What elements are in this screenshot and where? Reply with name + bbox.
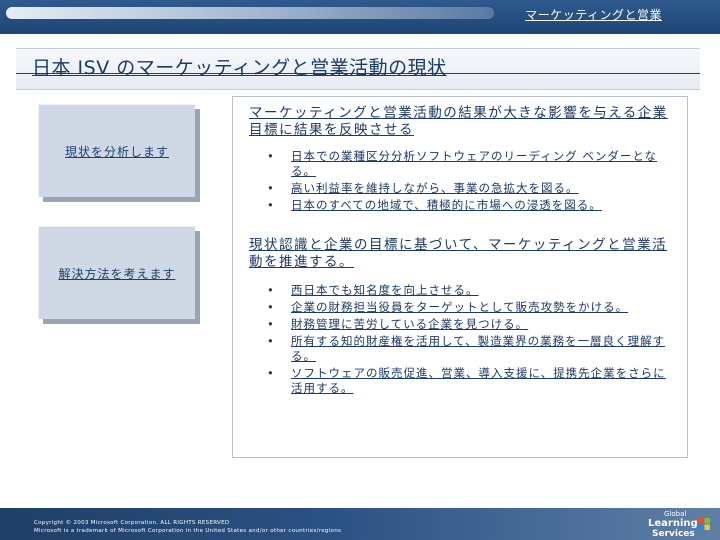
logo-line-2: Learning (648, 518, 698, 529)
content-panel: マーケッティングと営業活動の結果が大きな影響を与える企業目標に結果を反映させる … (232, 96, 688, 458)
global-learning-services-logo: Global Learning Services (646, 508, 712, 540)
analyze-button[interactable]: 現状を分析します (38, 104, 195, 197)
solve-button-label: 解決方法を考えます (58, 266, 176, 281)
list-item[interactable]: • 所有する知的財産権を活用して、製造業界の業務を一層良く理解する。 (263, 334, 673, 364)
logo-line-1: Global (664, 510, 687, 518)
solve-button[interactable]: 解決方法を考えます (38, 226, 195, 319)
trademark-text: Microsoft is a trademark of Microsoft Co… (34, 528, 342, 534)
strategy-list: • 西日本でも知名度を向上させる。 • 企業の財務担当役員をターゲットとして販売攻勢… (263, 283, 673, 398)
list-item[interactable]: • 企業の財務担当役員をターゲットとして販売攻勢をかける。 (263, 300, 673, 315)
list-item[interactable]: • 西日本でも知名度を向上させる。 (263, 283, 673, 298)
copyright-text: Copyright © 2003 Microsoft Corporation. … (34, 520, 230, 526)
footer-legal: Copyright © 2003 Microsoft Corporation. … (34, 519, 341, 535)
analyze-button-label: 現状を分析します (64, 144, 169, 159)
strategy-heading[interactable]: 現状認識と企業の目標に基づいて、マーケッティングと営業活動を推進する。 (249, 237, 681, 271)
windows-flag-icon (698, 518, 710, 530)
section-label[interactable]: マーケッティングと営業 (525, 6, 662, 23)
list-item[interactable]: • 日本での業種区分分析ソフトウェアのリーディング ベンダーとなる。 (263, 149, 673, 179)
page-title[interactable]: 日本 ISV のマーケッティングと営業活動の現状 (32, 53, 447, 80)
goals-list: • 日本での業種区分分析ソフトウェアのリーディング ベンダーとなる。 • 高い利益率… (263, 149, 673, 215)
list-item[interactable]: • 財務管理に苦労している企業を見つける。 (263, 317, 673, 332)
list-item[interactable]: • 高い利益率を維持しながら、事業の急拡大を図る。 (263, 181, 673, 196)
goals-heading[interactable]: マーケッティングと営業活動の結果が大きな影響を与える企業目標に結果を反映させる (249, 105, 681, 139)
list-item[interactable]: • 日本のすべての地域で、積極的に市場への浸透を図る。 (263, 198, 673, 213)
logo-line-3: Services (652, 529, 695, 539)
header-bar: マーケッティングと営業 (0, 0, 720, 34)
header-decoration (6, 7, 494, 19)
list-item[interactable]: • ソフトウェアの販売促進、営業、導入支援に、提携先企業をさらに活用する。 (263, 366, 673, 396)
title-band: 日本 ISV のマーケッティングと営業活動の現状 (16, 48, 700, 90)
